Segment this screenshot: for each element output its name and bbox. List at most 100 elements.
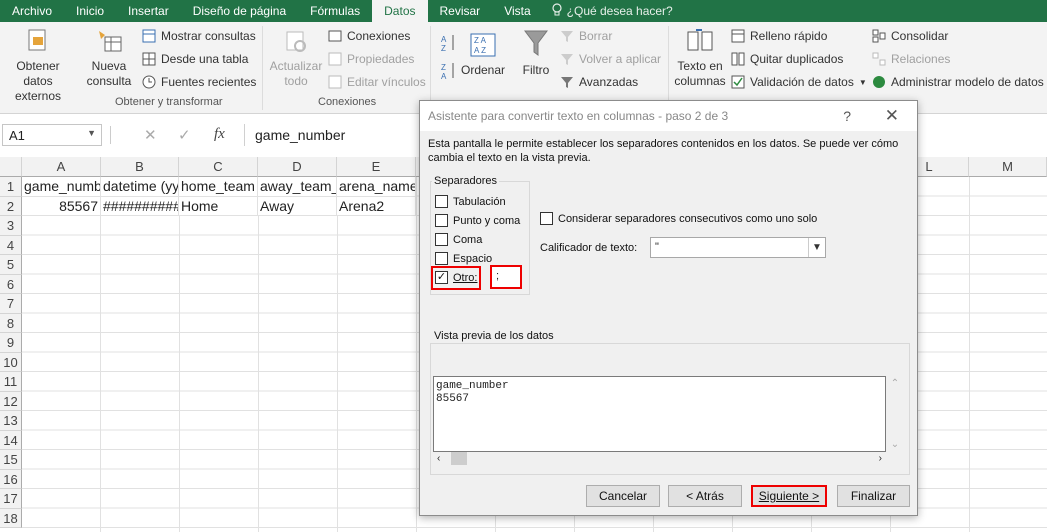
next-button[interactable]: Siguiente > [751,485,827,507]
help-button[interactable]: ? [843,101,851,131]
scroll-up-icon[interactable]: ⌃ [886,378,904,389]
reapply-button[interactable]: Volver a aplicar [560,49,661,69]
space-checkbox[interactable]: Espacio [435,252,492,265]
consolidate-button[interactable]: Consolidar [872,26,948,46]
col-header-a[interactable]: A [22,157,101,177]
tell-me-search[interactable]: ¿Qué desea hacer? [543,2,673,20]
refresh-all-button[interactable]: Actualizar todo [266,26,326,89]
tab-vista[interactable]: Vista [492,0,542,22]
scroll-left-icon[interactable]: ‹ [437,452,440,465]
row-header[interactable]: 17 [0,489,22,509]
row-header[interactable]: 5 [0,255,22,275]
checkbox-box[interactable]: ✓ [435,271,448,284]
row-header[interactable]: 8 [0,313,22,333]
cell-d1[interactable]: away_team_ [258,177,337,197]
chevron-down-icon[interactable]: ▼ [87,128,96,138]
properties-button[interactable]: Propiedades [328,49,414,69]
row-header[interactable]: 1 [0,177,22,197]
other-separator-input[interactable]: ; [490,265,522,289]
row-header[interactable]: 15 [0,450,22,470]
col-header-b[interactable]: B [101,157,179,177]
row-header[interactable]: 14 [0,430,22,450]
other-checkbox[interactable]: ✓ Otro: [435,271,477,284]
tab-checkbox[interactable]: Tabulación [435,195,506,208]
data-model-button[interactable]: Administrar modelo de datos [872,72,1044,92]
checkbox-box[interactable] [435,233,448,246]
preview-horizontal-scrollbar[interactable]: ‹ › [433,452,886,465]
row-header[interactable]: 12 [0,391,22,411]
tab-inicio[interactable]: Inicio [64,0,116,22]
row-header[interactable]: 3 [0,216,22,236]
recent-sources-button[interactable]: Fuentes recientes [142,72,256,92]
tab-datos[interactable]: Datos [372,0,428,22]
row-header[interactable]: 4 [0,235,22,255]
checkbox-box[interactable] [435,214,448,227]
row-header[interactable]: 9 [0,333,22,353]
chevron-down-icon[interactable]: ▼ [808,238,825,257]
select-all-corner[interactable] [0,157,22,177]
col-header-d[interactable]: D [258,157,337,177]
back-button[interactable]: < Atrás [668,485,742,507]
row-header[interactable]: 16 [0,469,22,489]
advanced-filter-button[interactable]: Avanzadas [560,72,638,92]
get-external-data-button[interactable]: Obtener datos externos [0,26,76,104]
from-table-button[interactable]: Desde una tabla [142,49,248,69]
name-box[interactable]: A1 ▼ [2,124,102,146]
col-header-c[interactable]: C [179,157,258,177]
connections-button[interactable]: Conexiones [328,26,410,46]
scroll-thumb[interactable] [451,452,467,465]
consecutive-checkbox[interactable]: Considerar separadores consecutivos como… [540,212,817,225]
tab-archivo[interactable]: Archivo [0,0,64,22]
cell-c2[interactable]: Home [179,196,258,216]
edit-links-button[interactable]: Editar vínculos [328,72,426,92]
checkbox-box[interactable] [435,252,448,265]
row-header[interactable]: 11 [0,372,22,392]
col-header-e[interactable]: E [337,157,416,177]
cell-b1[interactable]: datetime (yy [101,177,179,197]
row-header[interactable]: 13 [0,411,22,431]
show-queries-button[interactable]: Mostrar consultas [142,26,256,46]
comma-checkbox[interactable]: Coma [435,233,482,246]
sort-za-button[interactable]: ZA [440,60,458,84]
cell-e1[interactable]: arena_name [337,177,416,197]
remove-duplicates-button[interactable]: Quitar duplicados [731,49,843,69]
relations-button[interactable]: Relaciones [872,49,950,69]
preview-vertical-scrollbar[interactable]: ⌃ ⌄ [886,376,904,452]
cell-b2[interactable]: ########## [101,196,179,216]
row-header[interactable]: 10 [0,352,22,372]
row-header[interactable]: 18 [0,508,22,528]
cell-a2[interactable]: 85567 [22,196,101,216]
filter-button[interactable]: Filtro [514,26,558,78]
cancel-icon[interactable]: ✕ [144,126,157,144]
row-header[interactable]: 6 [0,274,22,294]
tab-formulas[interactable]: Fórmulas [298,0,372,22]
row-header[interactable]: 2 [0,196,22,216]
clear-filter-button[interactable]: Borrar [560,26,612,46]
cell-e2[interactable]: Arena2 [337,196,416,216]
finish-button[interactable]: Finalizar [837,485,910,507]
text-to-columns-button[interactable]: Texto en columnas [672,26,728,89]
new-query-button[interactable]: Nueva consulta [80,26,138,89]
checkbox-box[interactable] [435,195,448,208]
checkbox-box[interactable] [540,212,553,225]
row-header[interactable]: 7 [0,294,22,314]
semicolon-checkbox[interactable]: Punto y coma [435,214,520,227]
close-button[interactable]: ✕ [885,101,899,131]
insert-function-icon[interactable]: fx [214,126,225,143]
tab-revisar[interactable]: Revisar [428,0,493,22]
text-qualifier-select[interactable]: " ▼ [650,237,826,258]
confirm-icon[interactable]: ✓ [178,126,191,144]
cell-a1[interactable]: game_numb [22,177,101,197]
cell-c1[interactable]: home_team [179,177,258,197]
scroll-down-icon[interactable]: ⌄ [886,439,904,450]
scroll-right-icon[interactable]: › [879,452,882,465]
data-validation-button[interactable]: Validación de datos ▼ [731,72,867,92]
flash-fill-button[interactable]: Relleno rápido [731,26,827,46]
tab-insertar[interactable]: Insertar [116,0,181,22]
tab-diseno-pagina[interactable]: Diseño de página [181,0,298,22]
cell-d2[interactable]: Away [258,196,337,216]
sort-button[interactable]: Z AA Z Ordenar [460,30,506,78]
sort-az-button[interactable]: AZ [440,32,458,56]
cancel-button[interactable]: Cancelar [586,485,660,507]
col-header-m[interactable]: M [969,157,1047,177]
